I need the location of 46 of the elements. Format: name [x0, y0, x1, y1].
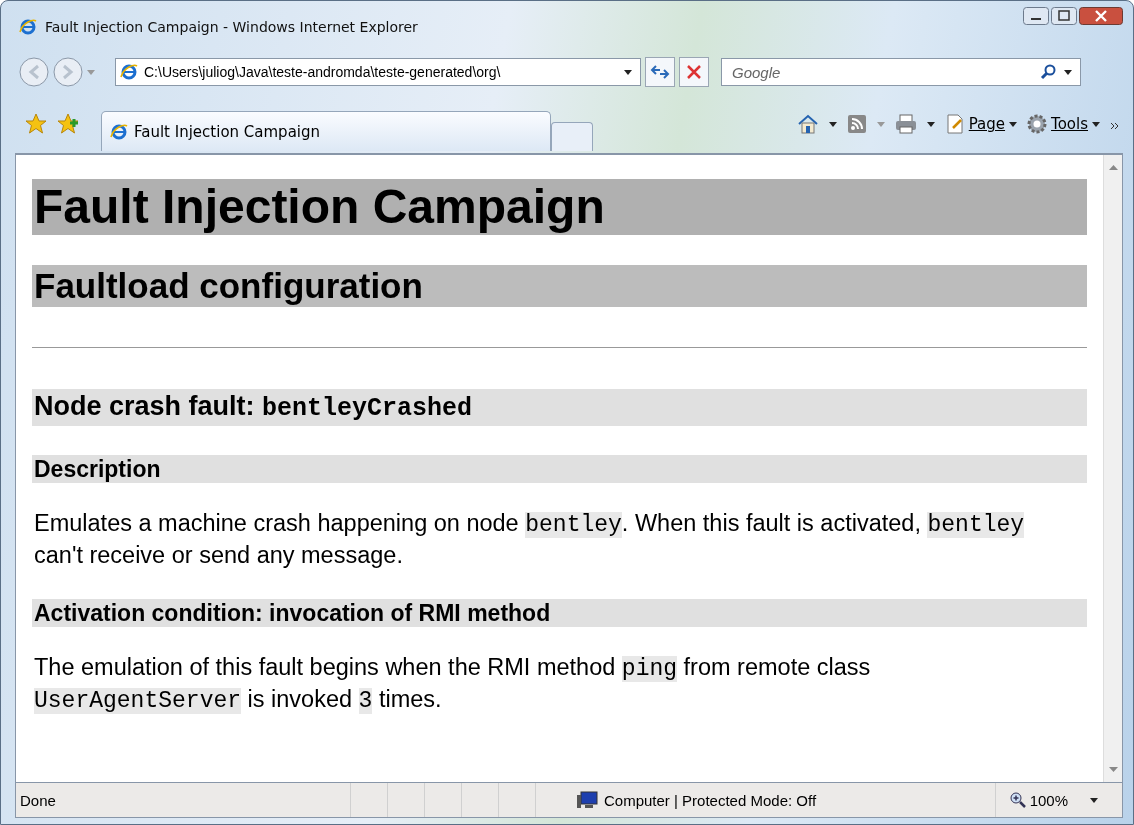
browser-icon[interactable]: [19, 18, 37, 36]
search-box[interactable]: Google: [721, 58, 1081, 86]
paragraph: The emulation of this fault begins when the RMI method ping from remote class UserAgentServer is invoked 3 times.: [33, 653, 872, 716]
feed-icon[interactable]: [846, 114, 867, 134]
caret-icon[interactable]: [1090, 797, 1098, 803]
address-bar[interactable]: C:\Users\juliog\Java\teste-andromda\teste-generated\org\: [115, 58, 641, 86]
subsection-heading: Activation condition: invocation of RMI method: [32, 599, 1087, 627]
stop-button[interactable]: [679, 57, 709, 87]
minimize-button[interactable]: [1023, 7, 1049, 25]
fault-heading: Node crash fault: bentleyCrashed: [32, 389, 1087, 426]
page-title: Fault Injection Campaign: [32, 179, 1087, 235]
scroll-down-icon[interactable]: [1108, 767, 1118, 772]
zoom-icon[interactable]: [1009, 792, 1026, 808]
subsection-heading: Description: [32, 455, 1087, 483]
address-text: C:\Users\juliog\Java\teste-andromda\teste-generated\org\: [144, 64, 502, 80]
computer-icon[interactable]: [576, 791, 598, 809]
caret-icon[interactable]: [1092, 121, 1100, 127]
caret-icon[interactable]: [926, 121, 935, 127]
caret-icon[interactable]: [1009, 121, 1018, 127]
maximize-button[interactable]: [1051, 7, 1077, 25]
paragraph: Emulates a machine crash happening on node bentley. When this fault is activated, bentley can't receive or send any message.: [33, 509, 1026, 570]
page-icon[interactable]: [944, 114, 965, 134]
security-zone-text: Computer | Protected Mode: Off: [604, 791, 817, 809]
search-field[interactable]: Google: [730, 62, 1032, 82]
refresh-button[interactable]: [645, 57, 675, 87]
close-button[interactable]: [1079, 7, 1123, 25]
scroll-up-icon[interactable]: [1108, 165, 1118, 170]
scrollbar[interactable]: [1103, 155, 1122, 782]
printer-icon[interactable]: [894, 114, 917, 134]
home-icon[interactable]: [796, 113, 819, 135]
caret-icon[interactable]: [1064, 69, 1072, 75]
gear-icon[interactable]: [1027, 114, 1048, 134]
caret-icon[interactable]: [828, 121, 837, 127]
page-icon[interactable]: [120, 63, 138, 81]
zoom-control[interactable]: 100%: [994, 783, 1122, 817]
menu-button[interactable]: Tools: [1027, 114, 1100, 134]
caret-icon[interactable]: [624, 69, 632, 75]
status-text: Done: [19, 791, 57, 809]
browser-tab[interactable]: Fault Injection Campaign: [101, 111, 551, 151]
add-favorite-icon[interactable]: [57, 113, 79, 135]
window-title: Fault Injection Campaign - Windows Internet Explorer: [45, 19, 418, 35]
menu-button[interactable]: Page: [944, 114, 1018, 134]
search-icon[interactable]: [1040, 64, 1056, 80]
page-icon[interactable]: [110, 122, 128, 141]
favorites-star-icon[interactable]: [25, 113, 47, 135]
section-heading: Faultload configuration: [32, 265, 1087, 307]
